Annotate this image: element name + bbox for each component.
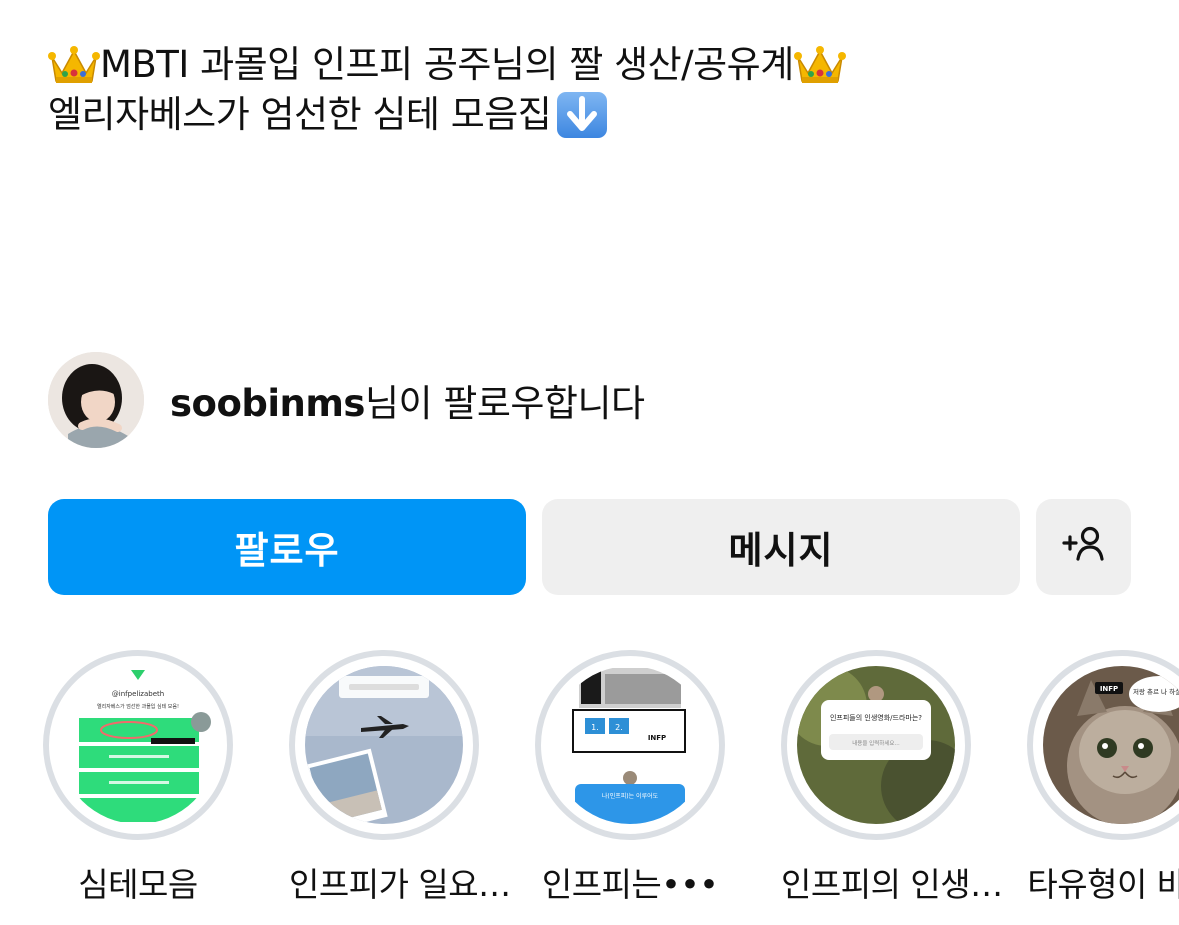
highlight-item[interactable]: 인프피가 일요… (289, 650, 511, 906)
highlight-cover-image: @infpelizabeth 엘리자베스가 엄선한 과몰입 심테 모음! (59, 666, 217, 824)
highlight-label: 인프피는••• (541, 865, 719, 904)
highlight-item[interactable]: @infpelizabeth 엘리자베스가 엄선한 과몰입 심테 모음! 심테모… (43, 650, 233, 906)
followed-by-row[interactable]: soobinms님이 팔로우합니다 (48, 352, 645, 448)
down-arrow-icon (555, 90, 609, 140)
highlight-cover-image: INFP 저랑 츄르 나 하실래요 (1043, 666, 1179, 824)
profile-bio: MBTI 과몰입 인프피 공주님의 짤 생산/공유계 엘리자베스가 엄선한 심테… (48, 40, 846, 140)
crown-icon (48, 43, 100, 87)
highlight-badge: INFP (648, 734, 666, 742)
avatar[interactable] (48, 352, 144, 448)
follower-username[interactable]: soobinms (170, 382, 365, 425)
crown-icon (793, 43, 846, 87)
follow-button[interactable]: 팔로우 (48, 499, 526, 595)
highlight-badge: INFP (1100, 685, 1118, 693)
bio-line-2: 엘리자베스가 엄선한 심테 모음집 (48, 90, 846, 140)
followed-by-suffix: 님이 팔로우합니다 (364, 382, 645, 425)
highlight-caption: 인프피들의 인생영화/드라마는? (830, 713, 922, 722)
highlight-label: 인프피가 일요… (289, 865, 511, 904)
highlight-label: 타유형이 바라 (1027, 865, 1179, 904)
follow-button-label: 팔로우 (234, 529, 340, 572)
highlight-label: 심테모음 (78, 865, 198, 904)
suggest-accounts-button[interactable] (1036, 499, 1131, 595)
highlight-item[interactable]: 1. 2. INFP 나(인프피)는 이루어도 인프피는••• (535, 650, 725, 906)
highlight-cover-image: 1. 2. INFP 나(인프피)는 이루어도 (551, 666, 709, 824)
highlight-ring[interactable] (289, 650, 479, 840)
highlight-handle: @infpelizabeth (112, 690, 164, 698)
highlight-item[interactable]: INFP 저랑 츄르 나 하실래요 타유형이 바라 (1027, 650, 1179, 906)
bio-text-1: MBTI 과몰입 인프피 공주님의 짤 생산/공유계 (100, 43, 794, 86)
message-button-label: 메시지 (728, 529, 834, 572)
highlight-input-placeholder: 내용을 입력하세요... (852, 739, 900, 747)
highlight-label: 인프피의 인생… (781, 865, 1003, 904)
highlight-caption: 저랑 츄르 나 하실래요 (1133, 687, 1179, 696)
bio-text-2: 엘리자베스가 엄선한 심테 모음집 (48, 93, 552, 136)
message-button[interactable]: 메시지 (542, 499, 1020, 595)
followed-by-text: soobinms님이 팔로우합니다 (170, 373, 645, 427)
add-person-icon (1060, 523, 1108, 572)
svg-text:1.: 1. (591, 723, 599, 732)
highlight-ring[interactable]: INFP 저랑 츄르 나 하실래요 (1027, 650, 1179, 840)
highlight-cover-image: 인프피들의 인생영화/드라마는? 내용을 입력하세요... (797, 666, 955, 824)
highlight-ring[interactable]: @infpelizabeth 엘리자베스가 엄선한 과몰입 심테 모음! (43, 650, 233, 840)
highlight-caption: 나(인프피)는 이루어도 (602, 792, 659, 800)
highlight-item[interactable]: 인프피들의 인생영화/드라마는? 내용을 입력하세요... 인프피의 인생… (781, 650, 1003, 906)
bio-line-1: MBTI 과몰입 인프피 공주님의 짤 생산/공유계 (48, 40, 846, 90)
highlight-caption: 엘리자베스가 엄선한 과몰입 심테 모음! (97, 703, 179, 710)
highlight-ring[interactable]: 1. 2. INFP 나(인프피)는 이루어도 (535, 650, 725, 840)
highlight-cover-image (305, 666, 463, 824)
highlight-ring[interactable]: 인프피들의 인생영화/드라마는? 내용을 입력하세요... (781, 650, 971, 840)
svg-text:2.: 2. (615, 723, 623, 732)
